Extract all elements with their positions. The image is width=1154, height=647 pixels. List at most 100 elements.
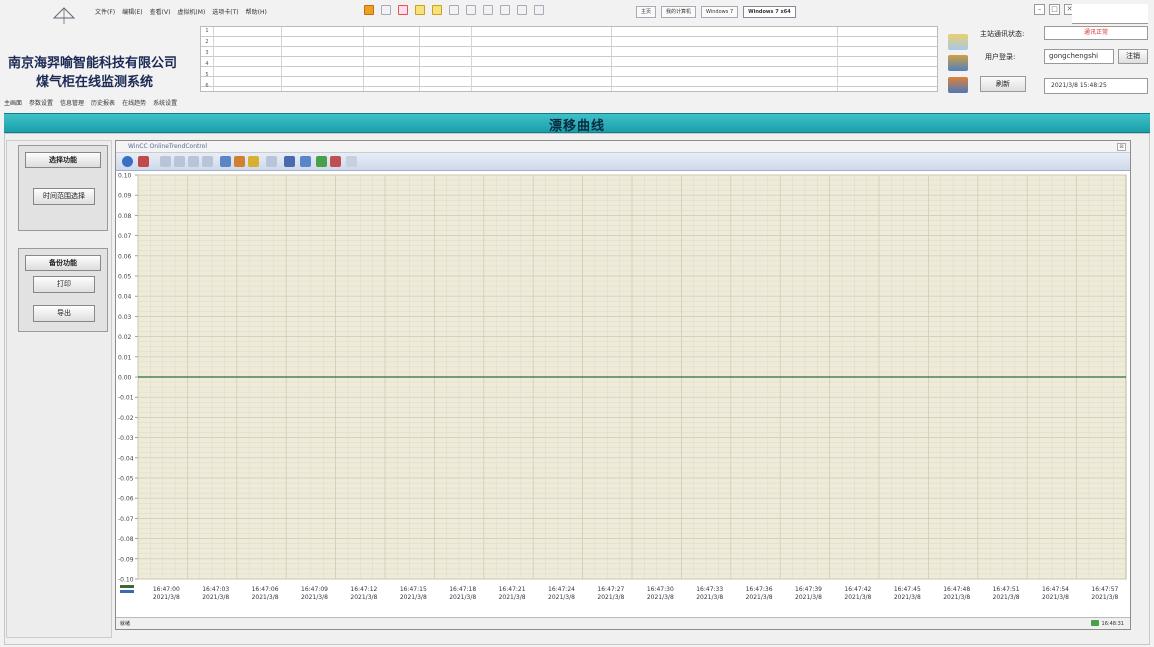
- x-tick-time-label: 16:47:06: [252, 586, 279, 593]
- alarm-row[interactable]: [201, 37, 937, 47]
- x-tick-date-label: 2021/3/8: [894, 594, 921, 601]
- x-tick-date-label: 2021/3/8: [548, 594, 575, 601]
- alarm-message-grid[interactable]: 1 2 3 4 5 6: [200, 26, 938, 92]
- menu-item[interactable]: 查看(V): [150, 7, 171, 16]
- config-dialog-icon[interactable]: [138, 156, 149, 167]
- menu-item[interactable]: 帮助(H): [246, 7, 267, 16]
- first-data-icon[interactable]: [160, 156, 171, 167]
- grid-column-divider: [837, 27, 838, 91]
- snapshot-manager-icon[interactable]: [432, 5, 442, 15]
- print-button[interactable]: 打印: [33, 276, 95, 293]
- trend-close-icon[interactable]: ⊠: [1117, 143, 1126, 151]
- snapshot-icon[interactable]: [398, 5, 408, 15]
- top-menubar: 文件(F) 编辑(E) 查看(V) 虚拟机(M) 选项卡(T) 帮助(H) 主页 我的计算机…: [0, 0, 1154, 24]
- export-data-icon[interactable]: [346, 156, 357, 167]
- nav-item[interactable]: 信息管理: [60, 98, 84, 107]
- nav-item[interactable]: 在线趋势: [122, 98, 146, 107]
- username-field[interactable]: gongchengshi: [1044, 49, 1114, 64]
- vm-tab[interactable]: Windows 7 x64: [743, 6, 796, 18]
- layout-grid-icon[interactable]: [483, 5, 493, 15]
- x-tick-date-label: 2021/3/8: [252, 594, 279, 601]
- alarm-row[interactable]: [201, 47, 937, 57]
- layout-single-icon[interactable]: [449, 5, 459, 15]
- original-view-icon[interactable]: [248, 156, 259, 167]
- layout-console-icon[interactable]: [500, 5, 510, 15]
- zoom-in-icon[interactable]: [220, 156, 231, 167]
- alarm-row[interactable]: [201, 57, 937, 67]
- trend-status-bar: 就绪 16:48:31: [116, 617, 1130, 629]
- alarm-row[interactable]: [201, 67, 937, 77]
- nav-item[interactable]: 历史报表: [91, 98, 115, 107]
- x-tick-date-label: 2021/3/8: [499, 594, 526, 601]
- alarm-row-number: 2: [205, 39, 209, 45]
- time-range-icon[interactable]: [330, 156, 341, 167]
- y-tick-label: 0.09: [118, 193, 132, 200]
- status-monitor-icon[interactable]: [948, 34, 968, 50]
- x-tick-time-label: 16:47:00: [153, 586, 180, 593]
- export-button[interactable]: 导出: [33, 305, 95, 322]
- x-tick-time-label: 16:47:51: [993, 586, 1020, 593]
- y-tick-label: -0.03: [118, 435, 134, 442]
- zoom-area-icon[interactable]: [234, 156, 245, 167]
- x-tick-time-label: 16:47:39: [795, 586, 822, 593]
- y-tick-label: -0.04: [118, 455, 134, 462]
- time-range-button[interactable]: 时间范围选择: [33, 188, 95, 205]
- x-tick-date-label: 2021/3/8: [696, 594, 723, 601]
- previous-data-icon[interactable]: [174, 156, 185, 167]
- y-tick-label: -0.06: [118, 496, 134, 503]
- x-tick-date-label: 2021/3/8: [795, 594, 822, 601]
- menu-item[interactable]: 虚拟机(M): [177, 7, 205, 16]
- vm-tab[interactable]: 主页: [636, 6, 657, 18]
- x-axis-icon[interactable]: [120, 590, 134, 593]
- x-tick-date-label: 2021/3/8: [350, 594, 377, 601]
- last-data-icon[interactable]: [202, 156, 213, 167]
- alarm-row[interactable]: [201, 27, 937, 37]
- maximize-icon[interactable]: □: [1049, 4, 1060, 15]
- next-data-icon[interactable]: [188, 156, 199, 167]
- online-trend-control: WinCC OnlineTrendControl ⊠ 0.10 0.09 0.08 0…: [115, 140, 1131, 630]
- page-banner: 漂移曲线: [4, 113, 1150, 134]
- ruler-icon[interactable]: [266, 156, 277, 167]
- x-tick-time-label: 16:47:21: [499, 586, 526, 593]
- fullscreen-icon[interactable]: [534, 5, 544, 15]
- nav-item[interactable]: 系统设置: [153, 98, 177, 107]
- revert-snapshot-icon[interactable]: [415, 5, 425, 15]
- help-icon[interactable]: [122, 156, 133, 167]
- x-tick-date-label: 2021/3/8: [993, 594, 1020, 601]
- nav-item[interactable]: 主画面: [4, 98, 22, 107]
- x-tick-date-label: 2021/3/8: [1042, 594, 1069, 601]
- comm-status-label: 主站通讯状态:: [980, 30, 1025, 38]
- grid-column-divider: [419, 27, 420, 91]
- page-title: 漂移曲线: [548, 119, 605, 134]
- layout-split-icon[interactable]: [466, 5, 476, 15]
- y-tick-label: 0.05: [118, 274, 132, 281]
- comm-status-value: 通讯正常: [1044, 26, 1148, 40]
- send-keys-icon[interactable]: [381, 5, 391, 15]
- company-name: 南京海羿喻智能科技有限公司: [8, 56, 178, 71]
- vm-tab[interactable]: Windows 7: [701, 6, 739, 18]
- menu-item[interactable]: 文件(F): [95, 7, 115, 16]
- x-tick-time-label: 16:47:48: [943, 586, 970, 593]
- x-tick-date-label: 2021/3/8: [647, 594, 674, 601]
- logout-button[interactable]: 注销: [1118, 49, 1148, 64]
- user-folder-icon[interactable]: [948, 55, 968, 71]
- refresh-button[interactable]: 刷新: [980, 76, 1026, 92]
- menu-item[interactable]: 编辑(E): [122, 7, 142, 16]
- menu-item[interactable]: 选项卡(T): [212, 7, 238, 16]
- select-function-header: 选择功能: [25, 152, 101, 168]
- select-data-icon[interactable]: [316, 156, 327, 167]
- print-trend-icon[interactable]: [300, 156, 311, 167]
- terminal-icon[interactable]: [517, 5, 527, 15]
- minimize-icon[interactable]: –: [1034, 4, 1045, 15]
- vm-tab[interactable]: 我的计算机: [661, 6, 697, 18]
- y-tick-label: 0.08: [118, 213, 132, 220]
- stop-icon[interactable]: [284, 156, 295, 167]
- app-window: 文件(F) 编辑(E) 查看(V) 虚拟机(M) 选项卡(T) 帮助(H) 主页 我的计算机…: [0, 0, 1154, 647]
- nav-item[interactable]: 参数设置: [29, 98, 53, 107]
- user-avatar-icon[interactable]: [948, 77, 968, 93]
- trend-chart[interactable]: 0.10 0.09 0.08 0.07 0.06 0.05 0.04 0.03 0.02 0.01…: [116, 171, 1130, 619]
- pause-icon[interactable]: [364, 5, 374, 15]
- grid-column-divider: [471, 27, 472, 91]
- alarm-row[interactable]: [201, 77, 937, 87]
- x-axis-icon[interactable]: [120, 585, 134, 588]
